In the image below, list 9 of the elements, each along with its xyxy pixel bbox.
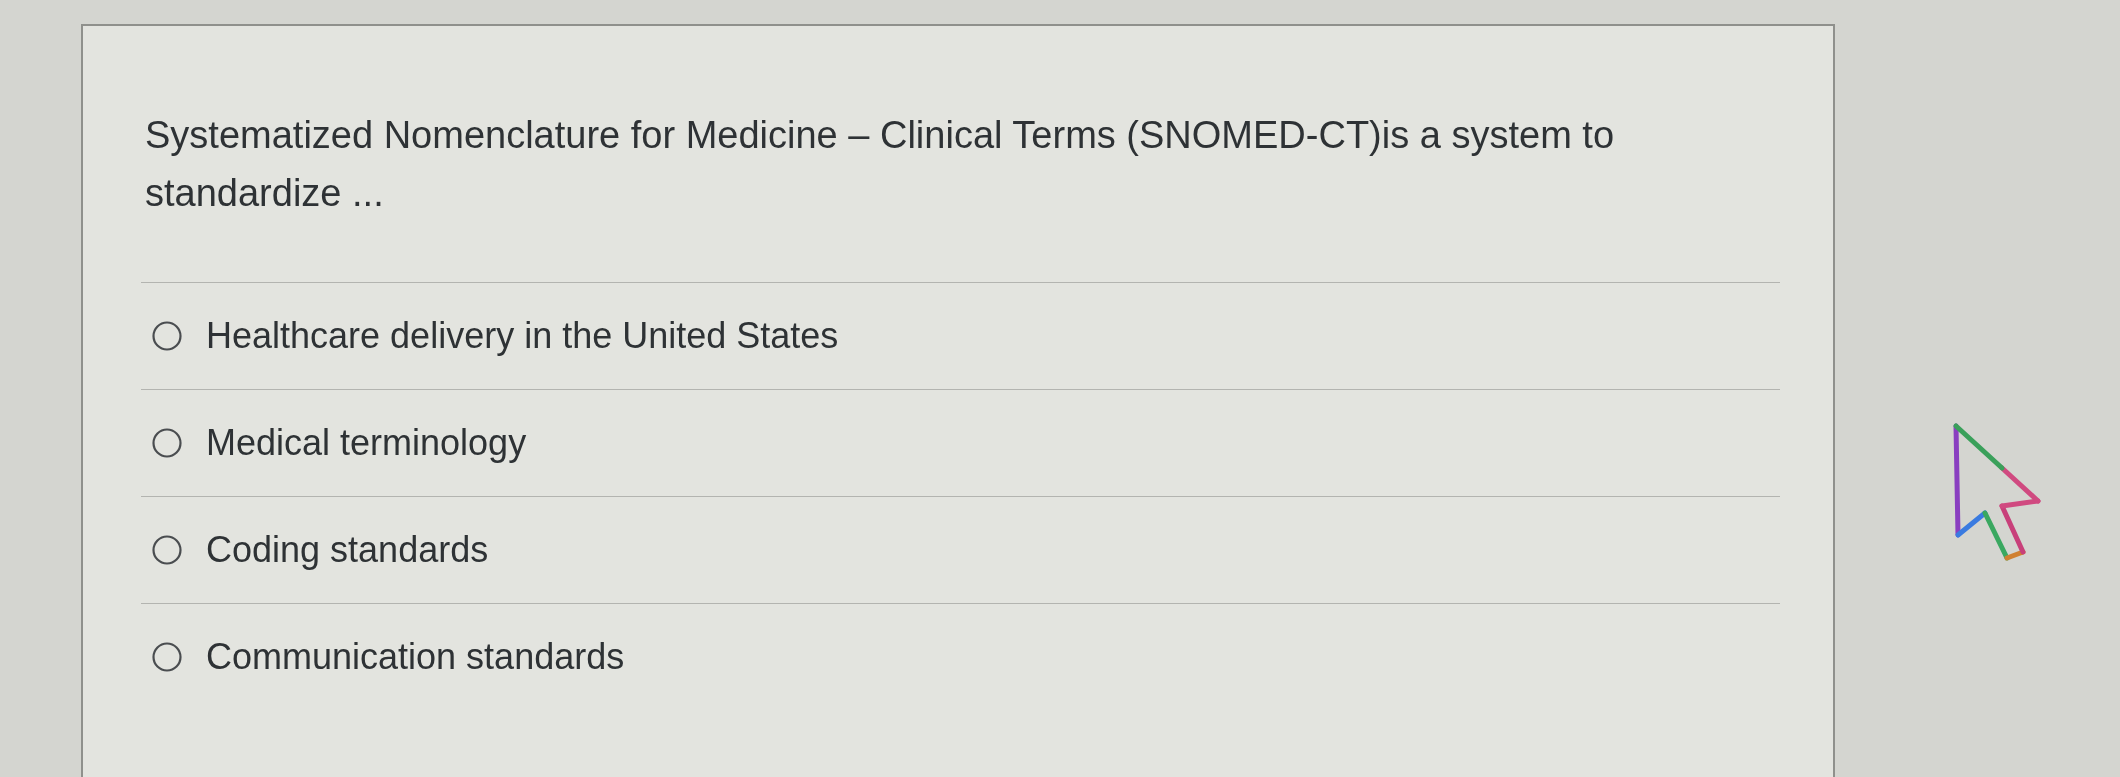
answer-option[interactable]: Medical terminology — [206, 421, 527, 465]
radio-button[interactable] — [152, 321, 182, 351]
answer-option[interactable]: Coding standards — [206, 528, 489, 572]
radio-button[interactable] — [152, 642, 182, 672]
question-text: Systematized Nomenclature for Medicine – Clinical Terms (SNOMED-CT)is a system to standardize ... — [145, 113, 1616, 216]
radio-button[interactable] — [152, 535, 182, 565]
radio-button[interactable] — [152, 428, 182, 458]
answer-option[interactable]: Communication standards — [206, 635, 625, 679]
answer-option[interactable]: Healthcare delivery in the United States — [206, 314, 839, 358]
